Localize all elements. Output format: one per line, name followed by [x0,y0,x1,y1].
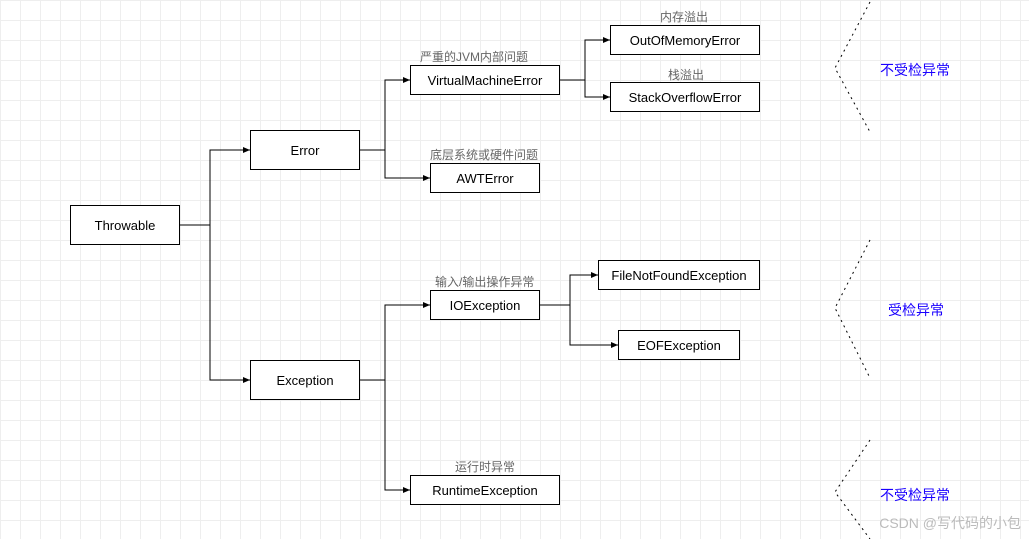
node-ioexception: IOException [430,290,540,320]
caption-ioexception: 输入/输出操作异常 [435,273,534,290]
node-stackoverflowerror: StackOverflowError [610,82,760,112]
node-filenotfoundexception: FileNotFoundException [598,260,760,290]
annotation-unchecked-bottom: 不受检异常 [880,485,950,505]
annotation-checked-middle: 受检异常 [888,300,944,320]
node-error: Error [250,130,360,170]
node-eofexception: EOFException [618,330,740,360]
node-runtimeexception: RuntimeException [410,475,560,505]
caption-awterror: 底层系统或硬件问题 [430,146,538,163]
node-outofmemoryerror: OutOfMemoryError [610,25,760,55]
node-throwable: Throwable [70,205,180,245]
watermark: CSDN @写代码的小包 [879,513,1021,533]
node-exception: Exception [250,360,360,400]
caption-runtimeex: 运行时异常 [455,458,515,475]
node-awterror: AWTError [430,163,540,193]
node-virtualmachineerror: VirtualMachineError [410,65,560,95]
annotation-unchecked-top: 不受检异常 [880,60,950,80]
caption-vmerror: 严重的JVM内部问题 [420,48,528,65]
caption-outofmem: 内存溢出 [660,8,708,25]
caption-stackoverflow: 栈溢出 [668,66,704,83]
